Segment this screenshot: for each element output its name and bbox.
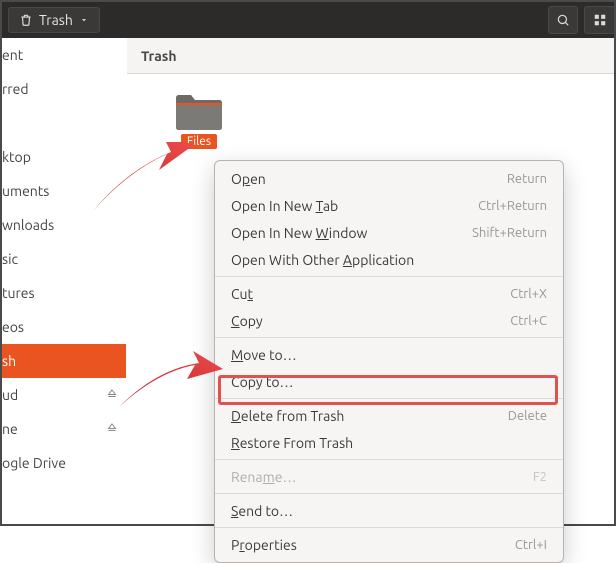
sidebar-item-starred[interactable]: rred	[2, 72, 126, 106]
title-bar: Trash	[2, 2, 614, 38]
toolbar-actions	[548, 6, 608, 34]
sidebar-item-downloads[interactable]: wnloads	[2, 208, 126, 242]
ctx-properties[interactable]: Properties Ctrl+I	[215, 531, 563, 558]
sidebar-item-phone[interactable]: ne	[2, 412, 126, 446]
ctx-rename: Rename… F2	[215, 463, 563, 490]
eject-icon[interactable]	[106, 387, 118, 403]
sidebar-item-google-drive[interactable]: ogle Drive	[2, 446, 126, 480]
sidebar-item-pictures[interactable]: tures	[2, 276, 126, 310]
file-item-label: Files	[181, 134, 217, 149]
chevron-down-icon	[79, 15, 89, 25]
trash-icon	[19, 13, 33, 27]
ctx-separator	[215, 337, 563, 338]
sidebar-item-recent[interactable]: ent	[2, 38, 126, 72]
sidebar-item-home[interactable]	[2, 106, 126, 140]
view-grid-button[interactable]	[584, 6, 614, 34]
ctx-separator	[215, 398, 563, 399]
file-item-files[interactable]: Files	[169, 90, 229, 149]
folder-icon	[174, 90, 224, 132]
ctx-cut[interactable]: Cut Ctrl+X	[215, 280, 563, 307]
ctx-separator	[215, 527, 563, 528]
location-label: Trash	[141, 48, 177, 64]
ctx-restore-from-trash[interactable]: Restore From Trash	[215, 429, 563, 456]
location-title: Trash	[39, 12, 73, 28]
ctx-separator	[215, 493, 563, 494]
places-sidebar: ent rred ktop uments wnloads sic tures e…	[2, 38, 127, 524]
context-menu: Open Return Open In New Tab Ctrl+Return …	[214, 160, 564, 563]
location-bar: Trash	[127, 38, 614, 74]
sidebar-item-desktop[interactable]: ktop	[2, 140, 126, 174]
location-dropdown[interactable]: Trash	[8, 7, 100, 33]
ctx-delete-from-trash[interactable]: Delete from Trash Delete	[215, 402, 563, 429]
ctx-copy-to[interactable]: Copy to…	[215, 368, 563, 395]
sidebar-item-documents[interactable]: uments	[2, 174, 126, 208]
ctx-separator	[215, 459, 563, 460]
sidebar-item-cloud[interactable]: ud	[2, 378, 126, 412]
ctx-separator	[215, 276, 563, 277]
sidebar-item-music[interactable]: sic	[2, 242, 126, 276]
search-button[interactable]	[548, 6, 578, 34]
eject-icon[interactable]	[106, 421, 118, 437]
ctx-open-new-tab[interactable]: Open In New Tab Ctrl+Return	[215, 192, 563, 219]
sidebar-item-videos[interactable]: eos	[2, 310, 126, 344]
sidebar-item-trash[interactable]: sh	[2, 344, 126, 378]
ctx-open-new-window[interactable]: Open In New Window Shift+Return	[215, 219, 563, 246]
ctx-open-with[interactable]: Open With Other Application	[215, 246, 563, 273]
ctx-open[interactable]: Open Return	[215, 165, 563, 192]
ctx-move-to[interactable]: Move to…	[215, 341, 563, 368]
ctx-send-to[interactable]: Send to…	[215, 497, 563, 524]
ctx-copy[interactable]: Copy Ctrl+C	[215, 307, 563, 334]
